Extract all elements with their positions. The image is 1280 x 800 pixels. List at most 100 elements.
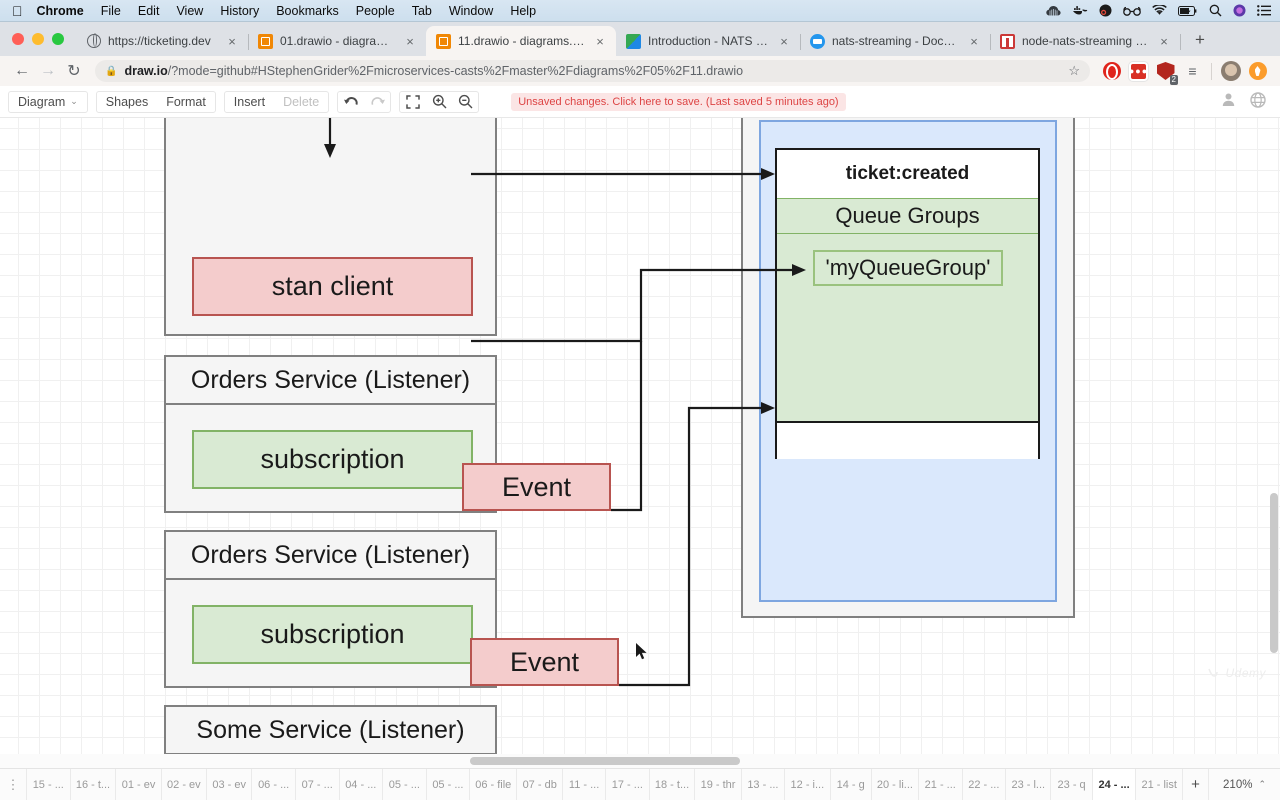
page-tab-24[interactable]: 24 - ...: [1091, 769, 1136, 800]
siri-icon[interactable]: [1233, 4, 1246, 17]
shapes-button[interactable]: Shapes: [97, 92, 157, 112]
wifi-icon[interactable]: [1152, 5, 1167, 16]
close-tab-icon[interactable]: ×: [224, 33, 240, 49]
page-menu-icon[interactable]: ⋮: [0, 769, 26, 800]
zoom-control[interactable]: 210% ⌃: [1208, 769, 1280, 800]
event-tag-1[interactable]: Event: [462, 463, 611, 511]
page-tab-20[interactable]: 21 - ...: [917, 769, 962, 800]
page-tab-3[interactable]: 02 - ev: [160, 769, 206, 800]
reading-list-icon[interactable]: ≡: [1182, 61, 1203, 82]
subscription-box-2[interactable]: subscription: [192, 605, 473, 664]
menu-item-help[interactable]: Help: [510, 4, 536, 18]
horizontal-scrollbar-track[interactable]: [0, 754, 1280, 768]
page-tab-5[interactable]: 06 - ...: [251, 769, 295, 800]
close-window-button[interactable]: [12, 33, 24, 45]
globe-icon[interactable]: [1250, 91, 1266, 112]
minimize-window-button[interactable]: [32, 33, 44, 45]
service-container-1[interactable]: Orders Service (Listener) subscription: [164, 355, 497, 513]
cloud-sync-icon[interactable]: [1046, 5, 1061, 17]
page-tab-0[interactable]: 15 - ...: [26, 769, 70, 800]
page-tab-18[interactable]: 14 - g: [829, 769, 871, 800]
menu-item-chrome[interactable]: Chrome: [37, 4, 84, 18]
back-button[interactable]: ←: [9, 58, 35, 84]
page-tab-22[interactable]: 23 - l...: [1005, 769, 1050, 800]
page-tab-8[interactable]: 05 - ...: [382, 769, 426, 800]
menu-item-people[interactable]: People: [356, 4, 395, 18]
horizontal-scrollbar-thumb[interactable]: [470, 757, 740, 765]
close-tab-icon[interactable]: ×: [402, 33, 418, 49]
menu-item-history[interactable]: History: [220, 4, 259, 18]
page-tab-9[interactable]: 05 - ...: [425, 769, 470, 800]
subscription-box-1[interactable]: subscription: [192, 430, 473, 489]
browser-tab-1[interactable]: https://ticketing.dev ×: [76, 26, 249, 56]
page-tab-11[interactable]: 07 - db: [516, 769, 562, 800]
page-tab-7[interactable]: 04 - ...: [338, 769, 383, 800]
page-tab-10[interactable]: 06 - file: [469, 769, 516, 800]
zoom-in-icon[interactable]: [426, 92, 452, 112]
close-tab-icon[interactable]: ×: [1156, 33, 1172, 49]
queue-groups-area[interactable]: 'myQueueGroup': [777, 234, 1038, 421]
avatar[interactable]: [1220, 61, 1241, 82]
apple-logo-icon[interactable]: : [12, 4, 23, 18]
browser-tab-4[interactable]: Introduction - NATS Docs ×: [616, 26, 801, 56]
page-tab-16[interactable]: 13 - ...: [740, 769, 785, 800]
page-tab-2[interactable]: 01 - ev: [115, 769, 160, 800]
menu-item-tab[interactable]: Tab: [412, 4, 432, 18]
page-tab-21[interactable]: 22 - ...: [961, 769, 1006, 800]
browser-tab-5[interactable]: nats-streaming - Docker Hub ×: [800, 26, 991, 56]
fullscreen-icon[interactable]: [400, 92, 426, 112]
new-tab-button[interactable]: +: [1186, 26, 1214, 54]
unsaved-changes-banner[interactable]: Unsaved changes. Click here to save. (La…: [511, 92, 846, 111]
obs-icon[interactable]: [1099, 4, 1112, 17]
page-tab-19[interactable]: 20 - li...: [870, 769, 918, 800]
forward-button[interactable]: →: [35, 58, 61, 84]
menu-item-view[interactable]: View: [176, 4, 203, 18]
close-tab-icon[interactable]: ×: [966, 33, 982, 49]
person-icon[interactable]: [1221, 92, 1236, 111]
undo-icon[interactable]: [338, 92, 364, 112]
channel-empty-slot[interactable]: [777, 421, 1038, 459]
page-tab-6[interactable]: 07 - ...: [294, 769, 339, 800]
lastpass-extension-icon[interactable]: ●●●: [1128, 61, 1149, 82]
adblock-extension-icon[interactable]: 2: [1155, 61, 1178, 85]
page-tab-14[interactable]: 18 - t...: [648, 769, 695, 800]
insert-button[interactable]: Insert: [225, 92, 274, 112]
menu-item-file[interactable]: File: [101, 4, 121, 18]
event-tag-2[interactable]: Event: [470, 638, 619, 686]
menu-item-window[interactable]: Window: [449, 4, 493, 18]
browser-tab-6[interactable]: node-nats-streaming - npm ×: [990, 26, 1181, 56]
vertical-scrollbar[interactable]: [1270, 493, 1278, 653]
brave-extension-icon[interactable]: [1247, 61, 1268, 82]
search-icon[interactable]: [1209, 4, 1222, 17]
diagram-menu-button[interactable]: Diagram ⌄: [9, 92, 87, 112]
star-icon[interactable]: ☆: [1068, 63, 1080, 79]
page-tab-23[interactable]: 23 - q: [1050, 769, 1091, 800]
glasses-icon[interactable]: [1123, 6, 1141, 16]
page-tab-13[interactable]: 17 - ...: [605, 769, 649, 800]
close-tab-icon[interactable]: ×: [592, 33, 608, 49]
stan-client-box[interactable]: stan client: [192, 257, 473, 316]
browser-tab-2[interactable]: 01.drawio - diagrams.net ×: [248, 26, 427, 56]
drawio-canvas[interactable]: stan client Orders Service (Listener) su…: [0, 118, 1280, 768]
menu-item-bookmarks[interactable]: Bookmarks: [276, 4, 339, 18]
page-tab-1[interactable]: 16 - t...: [69, 769, 116, 800]
maximize-window-button[interactable]: [52, 33, 64, 45]
reload-button[interactable]: ↻: [61, 58, 87, 84]
format-button[interactable]: Format: [157, 92, 215, 112]
menu-item-edit[interactable]: Edit: [138, 4, 160, 18]
page-tab-15[interactable]: 19 - thr: [694, 769, 740, 800]
battery-icon[interactable]: [1178, 5, 1198, 16]
opera-extension-icon[interactable]: [1101, 61, 1122, 82]
page-tab-4[interactable]: 03 - ev: [206, 769, 251, 800]
browser-tab-3-active[interactable]: 11.drawio - diagrams.net ×: [426, 26, 616, 56]
queue-group-item-1[interactable]: 'myQueueGroup': [813, 250, 1003, 286]
control-center-icon[interactable]: [1257, 5, 1271, 16]
service-container-2[interactable]: Orders Service (Listener) subscription: [164, 530, 497, 688]
add-page-button[interactable]: +: [1182, 769, 1208, 800]
page-tab-17[interactable]: 12 - i...: [784, 769, 829, 800]
channel-container[interactable]: ticket:created Queue Groups 'myQueueGrou…: [775, 148, 1040, 459]
publisher-service-container[interactable]: stan client: [164, 118, 497, 336]
address-bar[interactable]: 🔒 draw.io/?mode=github#HStephenGrider%2F…: [95, 60, 1090, 82]
page-tab-12[interactable]: 11 - ...: [562, 769, 605, 800]
zoom-out-icon[interactable]: [452, 92, 478, 112]
